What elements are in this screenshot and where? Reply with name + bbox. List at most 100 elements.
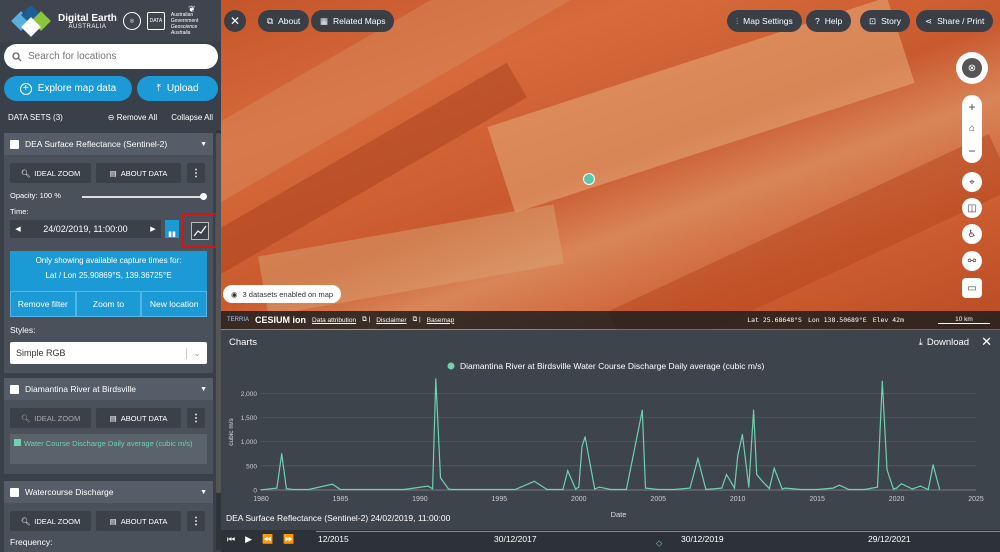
upload-button[interactable]: ⤒ Upload [137, 76, 218, 101]
basemap-link[interactable]: Basemap [427, 317, 454, 324]
dea-about-data-button[interactable]: ▤ ABOUT DATA [96, 163, 181, 183]
timeline-marker-icon[interactable]: ⬦ [656, 538, 662, 549]
disclaimer-link[interactable]: Disclaimer [376, 317, 406, 324]
next-date-icon[interactable]: ▶ [145, 225, 161, 233]
date-picker[interactable]: ◀ 24/02/2019, 11:00:00 ▶ [10, 220, 161, 238]
feedback-icon[interactable]: ▭ [962, 278, 982, 298]
diamantina-more-options-icon[interactable]: ⋮ [187, 408, 205, 428]
close-panel-icon[interactable]: ✕ [224, 10, 246, 32]
ideal-zoom-label: IDEAL ZOOM [34, 413, 81, 423]
timeline-bar: DEA Surface Reflectance (Sentinel-2) 24/… [221, 513, 1000, 552]
my-location-icon[interactable]: ⌖ [962, 172, 982, 192]
location-marker[interactable] [583, 173, 595, 185]
data-point [432, 487, 434, 490]
story-button[interactable]: ⊡ Story [860, 10, 910, 32]
opacity-slider-knob[interactable] [200, 193, 207, 200]
data-point [546, 488, 548, 491]
data-point [609, 488, 612, 491]
data-point [752, 409, 755, 411]
watercourse-ideal-zoom-button[interactable]: 🔍︎ IDEAL ZOOM [10, 511, 91, 531]
x-axis-label: Date [611, 510, 627, 519]
story-label: Story [881, 16, 901, 26]
chart-filter-button[interactable] [182, 213, 217, 248]
grid-icon: ▦ [320, 15, 329, 26]
legend-label: Water Course Discharge Daily average (cu… [24, 439, 193, 448]
data-point [339, 488, 342, 491]
diamantina-panel-header[interactable]: Diamantina River at Birdsville ▼ [4, 378, 213, 400]
watercourse-panel-header[interactable]: Watercourse Discharge ▼ [4, 481, 213, 503]
fast-forward-icon[interactable]: ⏩ [283, 534, 294, 545]
watercourse-visibility-checkbox[interactable] [10, 487, 19, 497]
zoom-out-icon[interactable]: − [968, 144, 975, 158]
info-line-2: Lat / Lon 25.90869°S, 139.36725°E [45, 271, 172, 280]
data-point [281, 453, 283, 455]
watercourse-about-data-button[interactable]: ▤ ABOUT DATA [96, 511, 181, 531]
dea-ideal-zoom-button[interactable]: 🔍︎ IDEAL ZOOM [10, 163, 91, 183]
chevron-down-icon[interactable]: ▼ [200, 489, 207, 496]
chevron-down-icon[interactable]: ▼ [200, 386, 207, 393]
data-point [895, 487, 898, 489]
data-point [784, 487, 786, 489]
new-location-button[interactable]: New location [141, 291, 208, 317]
share-label: Share / Print [937, 16, 985, 26]
timeline-track[interactable]: 12/2015 30/12/2017 30/12/2019 29/12/2021… [316, 531, 1000, 551]
settings-label: Map Settings [743, 16, 793, 26]
accessibility-icon[interactable]: ♿︎ [962, 224, 982, 244]
date-value[interactable]: 24/02/2019, 11:00:00 [26, 224, 145, 234]
about-data-label: ABOUT DATA [120, 516, 168, 526]
dea-more-options-icon[interactable]: ⋮ [187, 163, 205, 183]
share-icon: ⋖ [925, 15, 933, 26]
search-icon: 🔍︎ [20, 168, 31, 178]
rewind-icon[interactable]: ⏪ [262, 534, 273, 545]
map-settings-button[interactable]: ⫶ Map Settings [727, 10, 802, 32]
diamantina-ideal-zoom-button[interactable]: 🔍︎ IDEAL ZOOM [10, 408, 91, 428]
external-link-icon: ⧉ [267, 15, 274, 26]
data-point [371, 488, 373, 491]
dea-panel-header[interactable]: DEA Surface Reflectance (Sentinel-2) ▼ [4, 133, 213, 155]
data-point [533, 480, 535, 482]
zoom-to-button[interactable]: Zoom to [75, 291, 142, 317]
data-attribution-link[interactable]: Data attribution [312, 317, 356, 324]
upload-icon: ⤒ [156, 83, 161, 94]
compass-icon[interactable]: ⊗ [956, 52, 988, 84]
diamantina-dataset-panel: Diamantina River at Birdsville ▼ 🔍︎ IDEAL… [4, 378, 213, 474]
explore-map-data-button[interactable]: + Explore map data [4, 76, 132, 101]
measure-tool-icon[interactable]: ⚯ [962, 251, 982, 271]
watercourse-dataset-panel: Watercourse Discharge ▼ 🔍︎ IDEAL ZOOM ▤ AB… [4, 481, 213, 552]
dea-visibility-checkbox[interactable] [10, 139, 19, 149]
opacity-slider[interactable] [82, 196, 206, 198]
skip-back-icon[interactable]: ⏮ [227, 534, 235, 545]
watercourse-more-options-icon[interactable]: ⋮ [187, 511, 205, 531]
calendar-icon[interactable]: ▮▮ [165, 220, 179, 238]
download-button[interactable]: ⤓ Download [919, 337, 969, 348]
data-point [355, 488, 357, 491]
sidebar: Digital Earth AUSTRALIA ◎ DATA ❦ Austral… [0, 0, 221, 552]
collapse-all-button[interactable]: Collapse All [171, 113, 213, 122]
map-view[interactable] [221, 0, 1000, 330]
chart-title: Diamantina River at Birdsville Water Cou… [460, 361, 765, 371]
diamantina-visibility-checkbox[interactable] [10, 384, 19, 394]
related-maps-button[interactable]: ▦ Related Maps [311, 10, 395, 32]
data-point [892, 488, 894, 490]
chevron-down-icon[interactable]: ▼ [200, 141, 207, 148]
home-icon[interactable]: ⌂ [969, 123, 975, 134]
playback-controls: ⏮ ▶ ⏪ ⏩ [227, 534, 294, 545]
help-button[interactable]: ? Help [806, 10, 852, 32]
play-icon[interactable]: ▶ [245, 534, 252, 545]
diamantina-about-data-button[interactable]: ▤ ABOUT DATA [96, 408, 181, 428]
info-card-icon: ▤ [109, 516, 117, 526]
datasets-enabled-badge[interactable]: ◉ 3 datasets enabled on map [223, 285, 342, 303]
zoom-in-icon[interactable]: + [968, 100, 975, 114]
data-point [447, 488, 450, 490]
search-input[interactable]: Search for locations [4, 44, 218, 69]
data-point [832, 487, 834, 489]
prev-date-icon[interactable]: ◀ [10, 225, 26, 233]
share-print-button[interactable]: ⋖ Share / Print [916, 10, 994, 32]
about-button[interactable]: ⧉ About [258, 10, 310, 32]
discharge-series-line [260, 378, 941, 491]
remove-filter-button[interactable]: Remove filter [10, 291, 76, 317]
close-charts-icon[interactable]: ✕ [981, 334, 992, 350]
remove-all-button[interactable]: ⊖ Remove All [108, 113, 157, 122]
styles-select[interactable]: Simple RGB ⌄ [10, 342, 207, 364]
split-compare-icon[interactable]: ◫ [962, 198, 982, 218]
